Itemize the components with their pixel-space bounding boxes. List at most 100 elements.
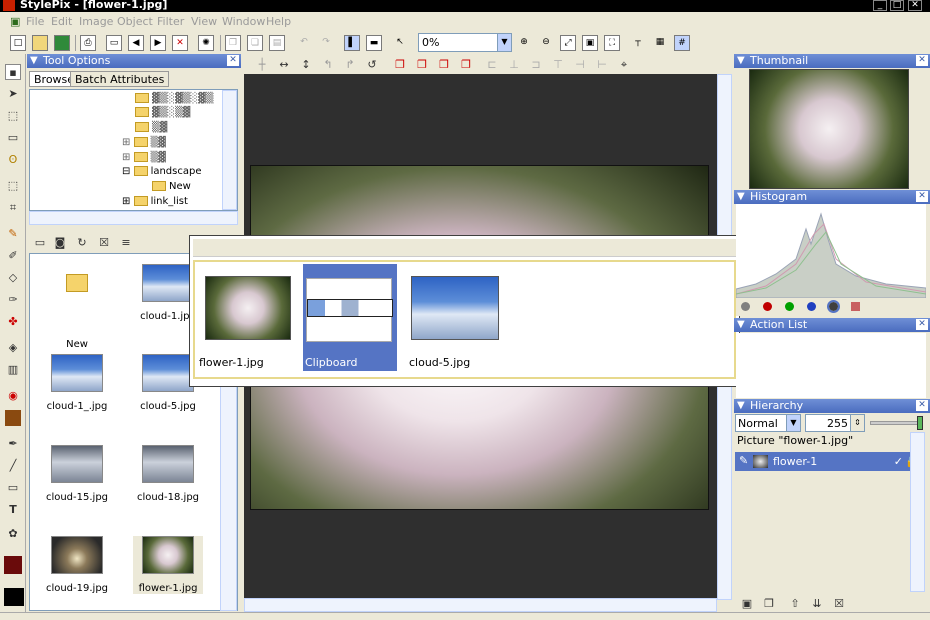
open-folder-icon[interactable] (32, 35, 48, 51)
print-icon[interactable]: ⎙ (80, 35, 96, 51)
channel-red-icon[interactable] (763, 302, 772, 311)
file-item-new[interactable]: New (42, 264, 112, 350)
thumbnail-preview[interactable] (749, 69, 909, 189)
view-list-icon[interactable]: ≡ (118, 235, 134, 251)
fullscreen-icon[interactable]: ⛶ (604, 35, 620, 51)
bring-forward-icon[interactable]: ❐ (414, 57, 430, 73)
channel-luminance-icon[interactable] (827, 300, 840, 313)
undo-icon[interactable]: ↶ (296, 35, 312, 51)
line-icon[interactable]: ╱ (5, 458, 21, 474)
previous-image-icon[interactable]: ◀ (128, 35, 144, 51)
redeye-icon[interactable]: ◉ (5, 388, 21, 404)
camera-icon[interactable]: ◙ (52, 235, 68, 251)
tree-item-landscape[interactable]: ⊟ landscape (122, 166, 202, 180)
align-bottom-icon[interactable]: ⊢ (594, 57, 610, 73)
tools-menu-icon[interactable]: ▪ (5, 64, 21, 80)
close-pane-icon[interactable]: ✕ (916, 319, 928, 330)
close-pane-icon[interactable]: ✕ (916, 191, 928, 202)
tab-batch-attributes[interactable]: Batch Attributes (70, 71, 170, 87)
shape-icon[interactable]: ▭ (5, 480, 21, 496)
menu-edit[interactable]: Edit (51, 15, 72, 28)
bring-front-icon[interactable]: ❐ (392, 57, 408, 73)
chevron-down-icon[interactable]: ▼ (497, 34, 511, 51)
file-item-selected[interactable]: flower-1.jpg (133, 536, 203, 594)
collapse-icon[interactable]: ▼ (30, 54, 38, 68)
tree-scrollbar[interactable] (222, 90, 237, 210)
delete-layer-icon[interactable]: ☒ (831, 596, 847, 612)
grid-icon[interactable]: ▦ (652, 35, 668, 51)
color-wheel-icon[interactable]: ✿ (5, 526, 21, 542)
maximize-icon[interactable]: □ (890, 0, 904, 11)
next-image-icon[interactable]: ▶ (150, 35, 166, 51)
fit-window-icon[interactable]: ⤢ (560, 35, 576, 51)
align-right-icon[interactable]: ⊐ (528, 57, 544, 73)
reset-icon[interactable]: ↺ (364, 57, 380, 73)
channel-blue-icon[interactable] (807, 302, 816, 311)
tree-horizontal-scrollbar[interactable] (29, 211, 238, 225)
zoom-in-icon[interactable]: ⊕ (516, 35, 532, 51)
new-layer-icon[interactable]: ▣ (739, 596, 755, 612)
tree-item-blurred[interactable]: ⊞ ▒▓ (122, 152, 166, 166)
tree-item-blurred[interactable]: ▓▒░▒▓ (135, 107, 190, 121)
file-item[interactable]: cloud-18.jpg (133, 445, 203, 503)
paste-icon[interactable]: ❏ (247, 35, 263, 51)
actual-size-icon[interactable]: ▣ (582, 35, 598, 51)
rect-select-icon[interactable]: ▭ (5, 130, 21, 146)
align-icon[interactable]: ┼ (254, 57, 270, 73)
close-pane-icon[interactable]: ✕ (916, 400, 928, 411)
align-top-icon[interactable]: ⊤ (550, 57, 566, 73)
menu-view[interactable]: View (191, 15, 217, 28)
select-tool-icon[interactable]: ⬚ (5, 108, 21, 124)
send-backward-icon[interactable]: ❐ (436, 57, 452, 73)
pointer-help-icon[interactable]: ↖ (392, 35, 408, 51)
background-color-swatch[interactable] (4, 588, 24, 606)
align-middle-icon[interactable]: ⊣ (572, 57, 588, 73)
clipboard-item[interactable]: flower-1.jpg (199, 264, 291, 371)
merge-icon[interactable]: ⇊ (809, 596, 825, 612)
texture-icon[interactable] (5, 410, 21, 426)
text-tool-icon[interactable]: T (5, 502, 21, 518)
pen-icon[interactable]: ✎ (739, 454, 748, 467)
chevron-down-icon[interactable]: ▼ (786, 415, 800, 431)
menu-window[interactable]: Window (222, 15, 265, 28)
clipboard-item-selected[interactable]: Clipboard (303, 264, 397, 371)
menu-filter[interactable]: Filter (157, 15, 184, 28)
opacity-stepper[interactable]: 255 ⇕ (805, 414, 865, 432)
view-mode-1-icon[interactable]: ▌ (344, 35, 360, 51)
menu-help[interactable]: Help (266, 15, 291, 28)
app-menu-icon[interactable]: ▣ (10, 15, 20, 28)
refresh-icon[interactable]: ↻ (74, 235, 90, 251)
screen-capture-icon[interactable]: ▭ (106, 35, 122, 51)
clipboard-item[interactable]: cloud-5.jpg (405, 264, 499, 371)
channel-green-icon[interactable] (785, 302, 794, 311)
paste-new-icon[interactable]: ▤ (269, 35, 285, 51)
new-file-icon[interactable]: □ (10, 35, 26, 51)
collapse-icon[interactable]: ▼ (737, 318, 745, 332)
tree-item-link-list[interactable]: ⊞ link_list (122, 196, 188, 210)
opacity-slider[interactable] (870, 416, 923, 430)
close-image-icon[interactable]: ✕ (172, 35, 188, 51)
center-icon[interactable]: ⌖ (616, 57, 632, 73)
clone-icon[interactable]: ✤ (5, 314, 21, 330)
tree-item-blurred[interactable]: ▓▒░▓▒░▓▒ (135, 93, 214, 107)
pencil-icon[interactable]: ✎ (5, 226, 21, 242)
menu-image[interactable]: Image (79, 15, 113, 28)
delete-icon[interactable]: ☒ (96, 235, 112, 251)
align-left-icon[interactable]: ⊏ (484, 57, 500, 73)
align-center-icon[interactable]: ⊥ (506, 57, 522, 73)
visible-check-icon[interactable]: ✓ (894, 455, 903, 468)
smudge-icon[interactable]: ✑ (5, 292, 21, 308)
close-pane-icon[interactable]: ✕ (916, 55, 928, 66)
file-item[interactable]: cloud-15.jpg (42, 445, 112, 503)
slider-handle[interactable] (917, 416, 923, 430)
guides-icon[interactable]: # (674, 35, 690, 51)
file-item[interactable]: cloud-19.jpg (42, 536, 112, 594)
file-item[interactable]: cloud-1_.jpg (42, 354, 112, 412)
collapse-icon[interactable]: ▼ (737, 190, 745, 204)
layer-row[interactable]: ✎ flower-1 ✓ 🔒 (735, 452, 925, 471)
channel-options-icon[interactable] (851, 302, 860, 311)
ruler-icon[interactable]: ┬ (630, 35, 646, 51)
tree-item-blurred[interactable]: ⊞ ▒▓ (122, 137, 166, 151)
crop-icon[interactable]: ⌗ (5, 200, 21, 216)
copy-icon[interactable]: ❐ (225, 35, 241, 51)
